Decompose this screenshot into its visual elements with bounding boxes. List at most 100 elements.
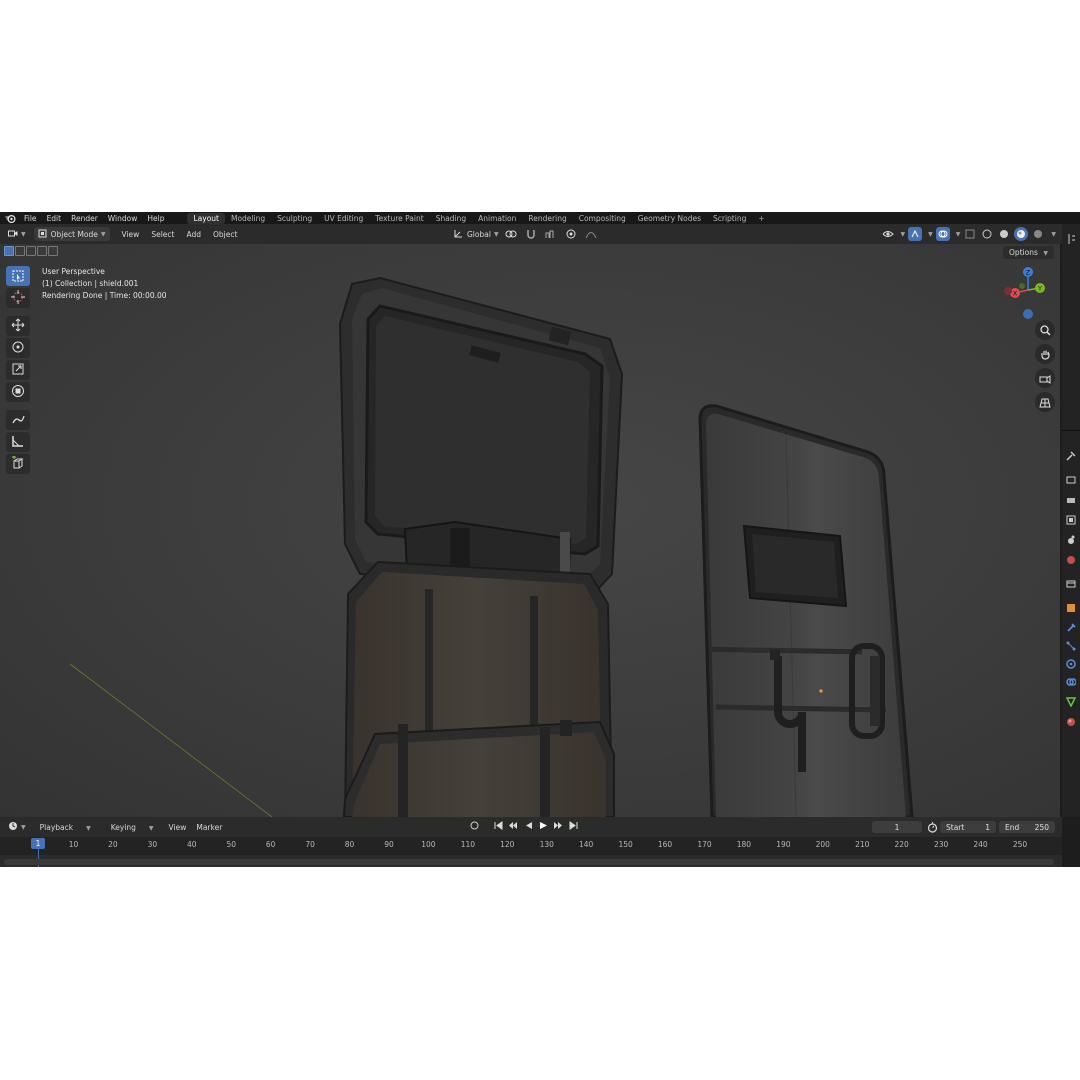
blender-logo-icon[interactable] xyxy=(5,212,19,224)
menu-render[interactable]: Render xyxy=(66,214,103,223)
zoom-button[interactable] xyxy=(1035,320,1055,340)
stopwatch-icon[interactable] xyxy=(927,821,938,835)
shading-wireframe-icon[interactable] xyxy=(980,227,994,241)
tool-properties-icon[interactable] xyxy=(1066,446,1076,461)
measure-tool[interactable] xyxy=(6,432,30,452)
snap-icon[interactable] xyxy=(524,227,538,241)
add-cube-tool[interactable] xyxy=(6,454,30,474)
xray-toggle-icon[interactable] xyxy=(963,227,977,241)
view-layer-properties-icon[interactable] xyxy=(1066,510,1076,525)
menu-add[interactable]: Add xyxy=(180,230,207,239)
select-intersect-icon[interactable] xyxy=(48,246,58,256)
tab-layout[interactable]: Layout xyxy=(187,212,225,224)
menu-view[interactable]: View xyxy=(116,230,146,239)
camera-view-button[interactable] xyxy=(1035,368,1055,388)
outliner-toggle-icon[interactable] xyxy=(1067,230,1076,249)
current-frame-indicator[interactable]: 1 xyxy=(31,838,45,849)
annotate-tool[interactable] xyxy=(6,410,30,430)
mode-dropdown[interactable]: Object Mode ▼ xyxy=(33,227,110,241)
tab-texture-paint[interactable]: Texture Paint xyxy=(369,213,429,224)
menu-object[interactable]: Object xyxy=(207,230,243,239)
tab-scripting[interactable]: Scripting xyxy=(707,213,752,224)
timeline-scrollbar[interactable] xyxy=(4,859,1054,865)
tab-sculpting[interactable]: Sculpting xyxy=(271,213,318,224)
chevron-down-icon[interactable]: ▼ xyxy=(901,231,906,238)
constraint-properties-icon[interactable] xyxy=(1066,672,1077,686)
proportional-editing-icon[interactable] xyxy=(564,227,578,241)
overlays-toggle-icon[interactable] xyxy=(935,227,950,241)
rotate-tool[interactable] xyxy=(6,338,30,358)
navigation-gizmo[interactable]: Z Y X xyxy=(1002,264,1052,324)
modifier-properties-icon[interactable] xyxy=(1066,618,1076,632)
pan-button[interactable] xyxy=(1035,344,1055,364)
render-properties-icon[interactable] xyxy=(1066,470,1076,484)
menu-help[interactable]: Help xyxy=(142,214,169,223)
physics-properties-icon[interactable] xyxy=(1066,654,1076,669)
frame-tick-label: 130 xyxy=(539,840,554,849)
material-properties-icon[interactable] xyxy=(1066,712,1076,726)
jump-end-button[interactable] xyxy=(567,820,579,832)
shading-material-icon[interactable] xyxy=(1014,227,1029,241)
menu-select[interactable]: Select xyxy=(145,230,180,239)
start-frame-field[interactable]: Start 1 xyxy=(940,821,996,833)
select-invert-icon[interactable] xyxy=(37,246,47,256)
pivot-point-icon[interactable] xyxy=(504,227,518,241)
gizmo-toggle-icon[interactable] xyxy=(908,227,923,241)
chevron-down-icon[interactable]: ▼ xyxy=(928,231,933,238)
select-extend-icon[interactable] xyxy=(15,246,25,256)
transform-tool[interactable] xyxy=(6,382,30,402)
falloff-curve-icon[interactable] xyxy=(584,227,598,241)
cursor-tool[interactable] xyxy=(6,288,30,308)
visibility-icon[interactable] xyxy=(881,227,895,241)
tab-geometry-nodes[interactable]: Geometry Nodes xyxy=(632,213,707,224)
current-frame-field[interactable]: 1 xyxy=(872,821,922,833)
jump-start-button[interactable] xyxy=(492,820,504,832)
3d-viewport[interactable]: User Perspective (1) Collection | shield… xyxy=(0,244,1060,817)
snap-increment-icon[interactable] xyxy=(544,227,558,241)
chevron-down-icon[interactable]: ▼ xyxy=(1051,231,1056,238)
menu-window[interactable]: Window xyxy=(103,214,143,223)
tab-shading[interactable]: Shading xyxy=(430,213,472,224)
tab-animation[interactable]: Animation xyxy=(472,213,522,224)
output-properties-icon[interactable] xyxy=(1066,490,1076,503)
add-workspace-button[interactable]: + xyxy=(752,213,770,224)
select-subtract-icon[interactable] xyxy=(26,246,36,256)
move-tool[interactable] xyxy=(6,316,30,336)
end-frame-field[interactable]: End 250 xyxy=(999,821,1055,833)
menu-playback[interactable]: Playback ▼ xyxy=(30,823,101,832)
menu-timeline-view[interactable]: View xyxy=(164,823,192,832)
transform-orientation-dropdown[interactable]: Global ▼ xyxy=(450,227,503,241)
jump-keyframe-forward-button[interactable] xyxy=(552,820,564,832)
play-reverse-button[interactable] xyxy=(522,820,534,832)
menu-edit[interactable]: Edit xyxy=(42,214,67,223)
world-properties-icon[interactable] xyxy=(1066,550,1076,564)
tab-uv-editing[interactable]: UV Editing xyxy=(318,213,369,224)
record-keyframe-button[interactable] xyxy=(468,820,480,832)
options-dropdown[interactable]: Options ▼ xyxy=(1003,246,1054,259)
chevron-down-icon[interactable]: ▼ xyxy=(956,231,961,238)
tab-rendering[interactable]: Rendering xyxy=(522,213,572,224)
shading-rendered-icon[interactable] xyxy=(1031,227,1045,241)
tab-modeling[interactable]: Modeling xyxy=(225,213,271,224)
frame-ruler[interactable]: 10 20 30 40 50 60 70 80 90 100 110 120 130 140 150 160 1… xyxy=(0,837,1062,855)
scale-tool[interactable] xyxy=(6,360,30,380)
particles-properties-icon[interactable] xyxy=(1066,636,1076,651)
perspective-toggle-button[interactable] xyxy=(1035,392,1055,412)
select-new-icon[interactable] xyxy=(4,246,14,256)
menu-marker[interactable]: Marker xyxy=(191,823,227,832)
jump-keyframe-back-button[interactable] xyxy=(507,820,519,832)
menu-keying[interactable]: Keying ▼ xyxy=(101,823,164,832)
collection-properties-icon[interactable] xyxy=(1066,574,1076,588)
select-box-tool[interactable] xyxy=(6,266,30,286)
tab-compositing[interactable]: Compositing xyxy=(573,213,632,224)
scene-properties-icon[interactable] xyxy=(1066,530,1076,544)
frame-tick-label: 250 xyxy=(1012,840,1028,849)
data-properties-icon[interactable] xyxy=(1065,692,1077,708)
timeline-editor-type-dropdown[interactable]: ▼ xyxy=(4,820,30,834)
play-button[interactable] xyxy=(537,820,549,832)
menu-file[interactable]: File xyxy=(19,214,42,223)
shading-solid-icon[interactable] xyxy=(997,227,1011,241)
chevron-down-icon: ▼ xyxy=(100,230,106,238)
object-properties-icon[interactable] xyxy=(1066,598,1076,612)
editor-type-dropdown[interactable]: ▼ xyxy=(4,227,30,241)
